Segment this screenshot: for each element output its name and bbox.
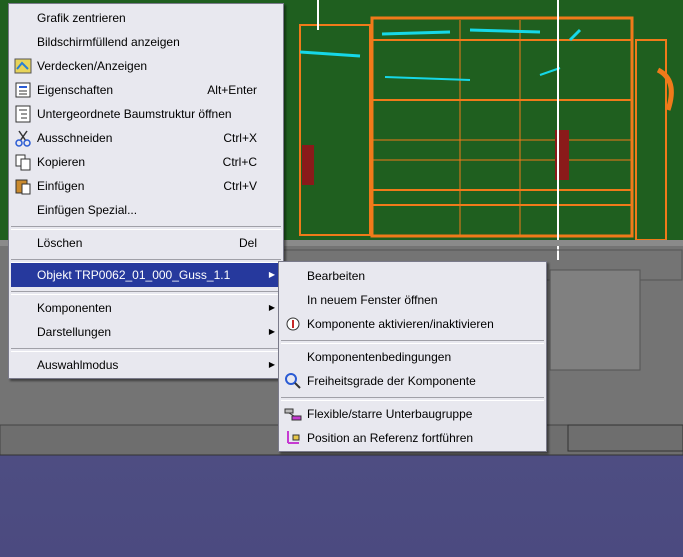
menu-item-label: Komponentenbedingungen [307, 350, 452, 364]
menu-item-delete[interactable]: Löschen Del [11, 231, 281, 255]
activate-icon [286, 317, 300, 331]
menu-item-shortcut: Ctrl+C [222, 155, 257, 169]
context-menu: Grafik zentrieren Bildschirmfüllend anze… [8, 3, 284, 379]
menu-item-label: Bildschirmfüllend anzeigen [37, 35, 180, 49]
menu-separator [11, 226, 281, 230]
menu-item-label: Einfügen [37, 179, 85, 193]
hide-show-icon [14, 58, 32, 74]
paste-icon [15, 179, 31, 195]
menu-item-label: Flexible/starre Unterbaugruppe [307, 407, 473, 421]
submenu-item-degrees-of-freedom[interactable]: Freiheitsgrade der Komponente [281, 369, 544, 393]
menu-item-label: Objekt TRP0062_01_000_Guss_1.1 [37, 268, 231, 282]
submenu-item-constraints[interactable]: Komponentenbedingungen [281, 345, 544, 369]
flexible-icon [284, 408, 302, 421]
tree-icon [15, 105, 31, 123]
menu-item-label: Löschen [37, 236, 83, 250]
menu-item-label: Position an Referenz fortführen [307, 431, 474, 445]
submenu-item-activate-component[interactable]: Komponente aktivieren/inaktivieren [281, 312, 544, 336]
menu-item-label: Kopieren [37, 155, 86, 169]
menu-item-label: In neuem Fenster öffnen [307, 293, 438, 307]
position-icon [287, 431, 300, 444]
submenu-arrow-icon: ▶ [268, 303, 275, 312]
menu-item-label: Verdecken/Anzeigen [37, 59, 148, 73]
menu-separator [281, 397, 544, 401]
menu-item-shortcut: Del [238, 236, 257, 250]
menu-item-cut[interactable]: Ausschneiden Ctrl+X [11, 126, 281, 150]
menu-item-copy[interactable]: Kopieren Ctrl+C [11, 150, 281, 174]
menu-item-label: Freiheitsgrade der Komponente [307, 374, 476, 388]
menu-item-properties[interactable]: Eigenschaften Alt+Enter [11, 78, 281, 102]
menu-item-fullscreen[interactable]: Bildschirmfüllend anzeigen [11, 30, 281, 54]
properties-icon [15, 82, 31, 98]
submenu-arrow-icon: ▶ [268, 327, 275, 336]
menu-item-label: Bearbeiten [307, 269, 366, 283]
submenu-item-open-new-window[interactable]: In neuem Fenster öffnen [281, 288, 544, 312]
menu-item-label: Darstellungen [37, 325, 112, 339]
menu-item-hide-show[interactable]: Verdecken/Anzeigen [11, 54, 281, 78]
dof-icon [285, 373, 301, 389]
menu-item-label: Auswahlmodus [37, 358, 119, 372]
menu-item-center-graphic[interactable]: Grafik zentrieren [11, 6, 281, 30]
menu-item-shortcut: Alt+Enter [207, 83, 257, 97]
menu-separator [11, 348, 281, 352]
menu-separator [11, 291, 281, 295]
submenu-item-reposition[interactable]: Position an Referenz fortführen [281, 426, 544, 450]
menu-item-open-subtree[interactable]: Untergeordnete Baumstruktur öffnen [11, 102, 281, 126]
menu-separator [281, 340, 544, 344]
menu-item-paste[interactable]: Einfügen Ctrl+V [11, 174, 281, 198]
menu-item-label: Komponenten [37, 301, 112, 315]
menu-item-label: Untergeordnete Baumstruktur öffnen [37, 107, 232, 121]
menu-item-label: Eigenschaften [37, 83, 114, 97]
submenu-item-edit[interactable]: Bearbeiten [281, 264, 544, 288]
submenu-item-flexible-rigid[interactable]: Flexible/starre Unterbaugruppe [281, 402, 544, 426]
scissors-icon [15, 130, 31, 147]
copy-icon [15, 154, 31, 171]
menu-item-label: Grafik zentrieren [37, 11, 126, 25]
menu-item-paste-special[interactable]: Einfügen Spezial... [11, 198, 281, 222]
object-submenu: Bearbeiten In neuem Fenster öffnen Kompo… [278, 261, 547, 452]
menu-item-label: Einfügen Spezial... [37, 203, 138, 217]
menu-item-representations[interactable]: Darstellungen ▶ [11, 320, 281, 344]
menu-item-label: Ausschneiden [37, 131, 113, 145]
menu-item-shortcut: Ctrl+X [223, 131, 257, 145]
menu-item-label: Komponente aktivieren/inaktivieren [307, 317, 494, 331]
menu-item-object-submenu[interactable]: Objekt TRP0062_01_000_Guss_1.1 ▶ [11, 263, 281, 287]
submenu-arrow-icon: ▶ [268, 270, 275, 279]
submenu-arrow-icon: ▶ [268, 360, 275, 369]
menu-item-shortcut: Ctrl+V [223, 179, 257, 193]
menu-item-selection-mode[interactable]: Auswahlmodus ▶ [11, 353, 281, 377]
menu-item-components[interactable]: Komponenten ▶ [11, 296, 281, 320]
